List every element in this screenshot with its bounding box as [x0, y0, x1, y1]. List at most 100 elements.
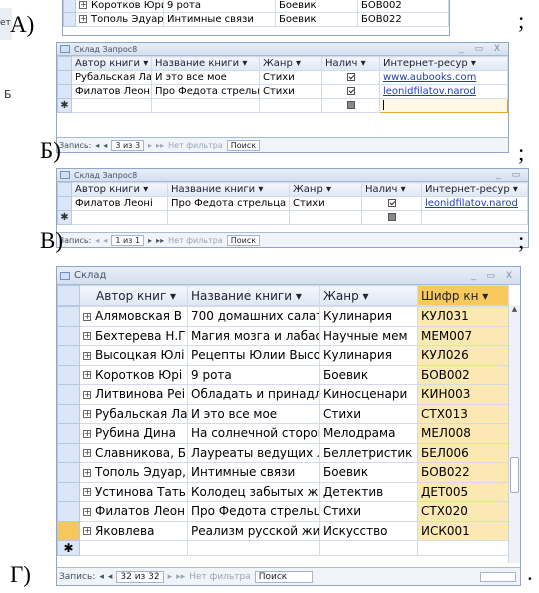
table-row[interactable]: + Алямовская В 700 домашних салатс Кулина…	[57, 306, 509, 327]
table-row[interactable]: Рубальская Ла И это все мое Стихи www.au…	[57, 70, 508, 85]
url-link[interactable]: leonidfilatov.narod	[425, 198, 518, 209]
last-record-button[interactable]: ▸▸	[156, 236, 164, 245]
first-record-button[interactable]: ◂	[95, 141, 99, 150]
next-record-button[interactable]: ▸	[148, 141, 152, 150]
column-header-author[interactable]: Автор книг ▾	[79, 285, 188, 306]
expand-icon[interactable]: +	[79, 15, 87, 23]
expand-icon[interactable]: +	[83, 429, 91, 438]
table-row[interactable]: + Тополь Эдуар, Интимные связи Боевик БОВ…	[57, 462, 509, 483]
table-row[interactable]: + Высоцкая Юлі Рецепты Юлии Высоі Кулинар…	[57, 345, 509, 366]
new-record-row[interactable]: ✱	[57, 210, 528, 225]
table-row[interactable]: + Филатов Леон Про Федота стрельца Стихи …	[57, 501, 509, 522]
column-header-title[interactable]: Название книги ▾	[151, 56, 260, 71]
expand-icon[interactable]: +	[83, 390, 91, 399]
available-checkbox[interactable]	[346, 73, 355, 81]
column-header-code[interactable]: Шифр кн ▾	[417, 285, 509, 306]
last-record-button[interactable]: ▸▸	[156, 141, 164, 150]
code-cell: КИН003	[417, 384, 509, 405]
expand-icon[interactable]: +	[83, 449, 91, 458]
search-field[interactable]: Поиск	[254, 570, 313, 583]
available-checkbox[interactable]	[387, 199, 396, 207]
table-row[interactable]: + Бехтерева Н.Г Магия мозга и лабаоі Науч…	[57, 325, 509, 346]
column-header-genre[interactable]: Жанр ▾	[319, 285, 418, 306]
next-record-button[interactable]: ▸	[168, 572, 173, 582]
author-cell: Яковлева	[95, 523, 155, 538]
current-record-field[interactable]: 32 из 32	[116, 570, 164, 583]
column-header-genre[interactable]: Жанр ▾	[259, 56, 322, 71]
table-row[interactable]: + Коротков Юрі 9 рота Боевик БОВ002	[57, 364, 509, 385]
expand-icon[interactable]: +	[83, 332, 91, 341]
default-checkbox[interactable]	[346, 101, 355, 109]
table-row[interactable]: + Литвинова Реі Обладать и принадл Киносц…	[57, 384, 509, 405]
record-navigator: Запись: ◂ ◂ 1 из 1 ▸ ▸▸ Нет фильтра Поис…	[57, 232, 528, 247]
column-header-url[interactable]: Интернет-ресур ▾	[379, 56, 508, 71]
available-checkbox[interactable]	[346, 87, 355, 95]
search-field[interactable]: Поиск	[226, 234, 261, 246]
column-header-genre[interactable]: Жанр ▾	[289, 182, 362, 197]
filter-status[interactable]: Нет фильтра	[189, 572, 250, 582]
table-row[interactable]: Филатов Леоні Про Федота стрельца Стихи …	[57, 84, 508, 99]
table-row[interactable]: + Тополь Эдуард Интимные связи Боевик БОВ…	[63, 12, 449, 27]
column-header-author[interactable]: Автор книги ▾	[71, 182, 168, 197]
code-cell: КУЛ031	[417, 306, 509, 327]
url-link[interactable]: leonidfilatov.narod	[383, 86, 476, 97]
prev-record-button[interactable]: ◂	[103, 141, 107, 150]
genre-cell: Стихи	[259, 84, 322, 99]
current-record-field[interactable]: 3 из 3	[111, 139, 145, 151]
current-record-field[interactable]: 1 из 1	[111, 234, 145, 246]
url-link[interactable]: www.aubooks.com	[383, 72, 476, 83]
default-checkbox[interactable]	[387, 213, 396, 221]
search-field[interactable]: Поиск	[226, 139, 261, 151]
select-all-cell[interactable]	[57, 182, 72, 197]
last-record-button[interactable]: ▸▸	[176, 572, 185, 582]
expand-icon[interactable]: +	[83, 371, 91, 380]
table-row[interactable]: + Устинова Тать Колодец забытых же Детект…	[57, 481, 509, 502]
first-record-button[interactable]: ◂	[99, 572, 104, 582]
table-row[interactable]: + Рубальская Ла И это все мое Стихи СТХ01…	[57, 403, 509, 424]
table-row[interactable]: Филатов Леоні Про Федота стрельца Стихи …	[57, 196, 528, 211]
expand-icon[interactable]: +	[83, 312, 91, 321]
expand-icon[interactable]: +	[83, 527, 91, 536]
expand-icon[interactable]: +	[83, 488, 91, 497]
expand-icon[interactable]: +	[83, 507, 91, 516]
column-header-title[interactable]: Название книги ▾	[167, 182, 290, 197]
select-all-cell[interactable]	[57, 56, 72, 71]
expand-icon[interactable]: +	[83, 410, 91, 419]
column-header-url[interactable]: Интернет-ресур ▾	[421, 182, 528, 197]
title-cell: И это все мое	[151, 70, 260, 85]
title-cell: Про Федота стрельца	[167, 196, 290, 211]
scroll-thumb[interactable]	[510, 457, 519, 493]
column-header-available[interactable]: Налич ▾	[321, 56, 380, 71]
window-controls[interactable]: _ ▭ X	[471, 271, 516, 281]
record-navigator: Запись: ◂ ◂ 3 из 3 ▸ ▸▸ Нет фильтра Поис…	[57, 137, 508, 152]
column-header-available[interactable]: Налич ▾	[361, 182, 422, 197]
answer-label-v: В)	[40, 228, 63, 253]
table-row[interactable]: + Яковлева Реализм русской жив Искусство …	[57, 520, 509, 541]
code-cell: ИСК001	[417, 520, 509, 541]
new-record-row[interactable]: ✱	[57, 98, 508, 113]
prev-record-button[interactable]: ◂	[103, 236, 107, 245]
next-record-button[interactable]: ▸	[148, 236, 152, 245]
table-row[interactable]: + Рубина Дина На солнечной сторон Мелодра…	[57, 423, 509, 444]
window-controls[interactable]: _ ▭	[496, 170, 524, 180]
expand-icon[interactable]: +	[83, 468, 91, 477]
table-row[interactable]: + Коротков Юри 9 рота Боевик БОВ002	[63, 0, 449, 13]
filter-status[interactable]: Нет фильтра	[168, 141, 223, 150]
scroll-up-arrow[interactable]: ▲	[509, 305, 520, 317]
expand-icon[interactable]: +	[79, 1, 87, 9]
title-bar: Склад Запрос8 _ ▭	[57, 169, 528, 182]
table-row[interactable]: + Славникова, Б Лауреаты ведущих лі Белле…	[57, 442, 509, 463]
filter-status[interactable]: Нет фильтра	[168, 236, 223, 245]
select-all-cell[interactable]	[57, 285, 80, 306]
first-record-button[interactable]: ◂	[95, 236, 99, 245]
genre-cell: Боевик	[275, 0, 358, 13]
column-header-author[interactable]: Автор книги ▾	[71, 56, 152, 71]
column-header-title[interactable]: Название книги ▾	[187, 285, 320, 306]
expand-icon[interactable]: +	[83, 351, 91, 360]
prev-record-button[interactable]: ◂	[108, 572, 113, 582]
window-controls[interactable]: _ ▭ X	[459, 44, 504, 54]
horizontal-scrollbar[interactable]	[480, 571, 516, 582]
author-cell: Славникова, Б	[95, 445, 186, 460]
vertical-scrollbar[interactable]: ▲	[508, 305, 520, 563]
new-record-row[interactable]: ✱	[57, 540, 509, 556]
